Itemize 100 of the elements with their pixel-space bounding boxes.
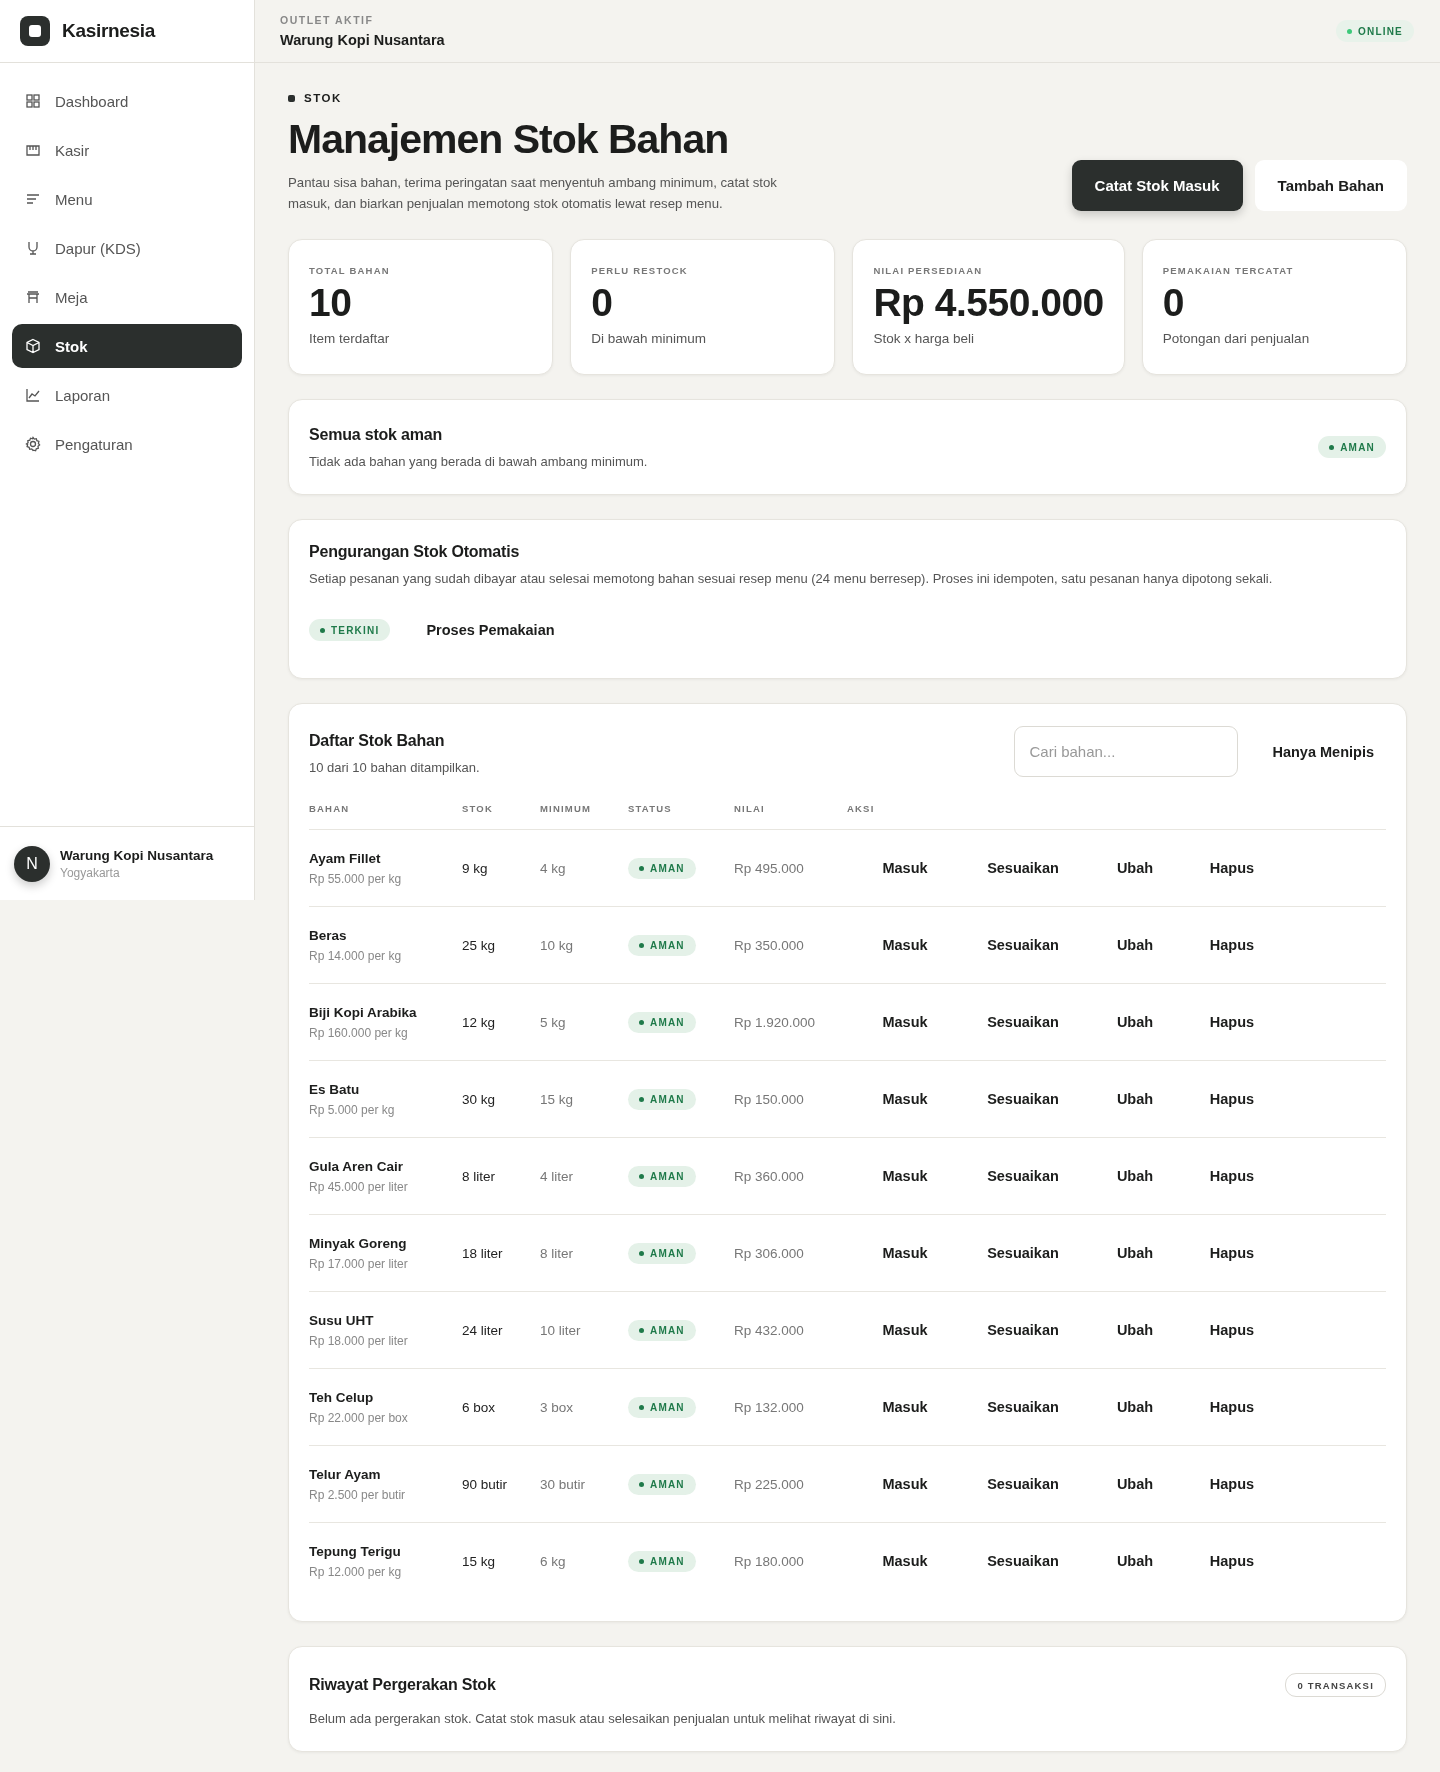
record-stock-button[interactable]: Catat Stok Masuk (1071, 160, 1243, 212)
edit-button[interactable]: Ubah (1091, 1545, 1179, 1578)
stat-caption: Potongan dari penjualan (1162, 331, 1311, 346)
search-field[interactable]: Cari bahan... (1014, 726, 1239, 778)
filter-button[interactable]: Hanya Menipis (1260, 735, 1386, 768)
count-badge: 0 TRANSAKSI (1285, 1673, 1386, 1698)
sidebar-item[interactable]: Menu (12, 177, 242, 221)
stock-in-button[interactable]: Masuk (855, 1468, 955, 1501)
stat-caption: Di bawah minimum (591, 331, 707, 346)
adjust-button[interactable]: Sesuaikan (955, 1160, 1091, 1193)
stat-value: 0 (1162, 282, 1185, 325)
adjust-button[interactable]: Sesuaikan (955, 929, 1091, 962)
status-badge: AMAN (628, 1089, 696, 1111)
delete-button[interactable]: Hapus (1179, 1160, 1285, 1193)
table-cell-text: Rp 225.000 (734, 1476, 805, 1492)
table-cell-text: Rp 1.920.000 (734, 1014, 817, 1030)
ingredient-name: Beras (309, 927, 348, 943)
unit-price: Rp 5.000 per kg (309, 1102, 396, 1117)
ingredient-name: Gula Aren Cair (309, 1158, 405, 1174)
table-cell-text: 8 liter (462, 1168, 496, 1184)
sidebar-item[interactable]: Kasir (12, 128, 242, 172)
edit-button[interactable]: Ubah (1091, 1160, 1179, 1193)
table-cell-text: 4 liter (540, 1168, 574, 1184)
logo-icon (20, 16, 50, 46)
adjust-button[interactable]: Sesuaikan (955, 1545, 1091, 1578)
edit-button[interactable]: Ubah (1091, 1083, 1179, 1116)
ingredient-name: Es Batu (309, 1081, 361, 1097)
delete-button[interactable]: Hapus (1179, 929, 1285, 962)
sidebar-item[interactable]: Dapur (KDS) (12, 226, 242, 270)
avatar[interactable]: N (14, 845, 50, 882)
edit-button[interactable]: Ubah (1091, 929, 1179, 962)
outlet-name: Warung Kopi Nusantara (280, 32, 445, 48)
stock-in-button[interactable]: Masuk (855, 1314, 955, 1347)
sidebar-item[interactable]: Dashboard (12, 79, 242, 123)
sidebar-item[interactable]: Laporan (12, 373, 242, 417)
adjust-button[interactable]: Sesuaikan (955, 852, 1091, 885)
edit-button[interactable]: Ubah (1091, 1391, 1179, 1424)
status-badge: AMAN (628, 1320, 696, 1342)
adjust-button[interactable]: Sesuaikan (955, 1237, 1091, 1270)
card-text: Tidak ada bahan yang berada di bawah ambang minimum. (309, 453, 648, 469)
edit-button[interactable]: Ubah (1091, 1006, 1179, 1039)
delete-button[interactable]: Hapus (1179, 1391, 1285, 1424)
delete-button[interactable]: Hapus (1179, 852, 1285, 885)
edit-button[interactable]: Ubah (1091, 852, 1179, 885)
outlet-label: OUTLET AKTIF (280, 14, 375, 26)
column-header: STOK (462, 803, 495, 815)
menu-icon (25, 191, 41, 207)
ingredient-name: Susu UHT (309, 1312, 375, 1328)
stock-in-button[interactable]: Masuk (855, 1391, 955, 1424)
process-button[interactable]: Proses Pemakaian (414, 614, 567, 647)
edit-button[interactable]: Ubah (1091, 1314, 1179, 1347)
sidebar-item[interactable]: Meja (12, 275, 242, 319)
ingredient-name: Ayam Fillet (309, 850, 382, 866)
stock-in-button[interactable]: Masuk (855, 1237, 955, 1270)
unit-price: Rp 12.000 per kg (309, 1564, 403, 1579)
card-text: Belum ada pergerakan stok. Catat stok masuk atau selesaikan penjualan untuk melihat riwayat di sini. (309, 1711, 897, 1727)
outlet-name: Warung Kopi Nusantara (60, 847, 214, 863)
card-title: Pengurangan Stok Otomatis (309, 543, 521, 562)
stat-label: PEMAKAIAN TERCATAT (1162, 265, 1295, 277)
adjust-button[interactable]: Sesuaikan (955, 1314, 1091, 1347)
stock-in-button[interactable]: Masuk (855, 929, 955, 962)
status-badge: AMAN (628, 1397, 696, 1419)
edit-button[interactable]: Ubah (1091, 1237, 1179, 1270)
add-button[interactable]: Tambah Bahan (1254, 160, 1407, 212)
stat-caption: Stok x harga beli (873, 331, 975, 346)
column-header: MINIMUM (540, 803, 593, 815)
table-cell-text: 4 kg (540, 860, 567, 876)
stock-in-button[interactable]: Masuk (855, 1160, 955, 1193)
delete-button[interactable]: Hapus (1179, 1083, 1285, 1116)
stock-in-button[interactable]: Masuk (855, 1006, 955, 1039)
stat-label: NILAI PERSEDIAAN (873, 265, 984, 277)
sidebar-item[interactable]: Stok (12, 324, 242, 368)
unit-price: Rp 22.000 per box (309, 1410, 409, 1425)
adjust-button[interactable]: Sesuaikan (955, 1468, 1091, 1501)
delete-button[interactable]: Hapus (1179, 1237, 1285, 1270)
unit-price: Rp 45.000 per liter (309, 1179, 409, 1194)
unit-price: Rp 18.000 per liter (309, 1333, 409, 1348)
settings-icon (25, 436, 41, 452)
status-badge: AMAN (628, 1474, 696, 1496)
delete-button[interactable]: Hapus (1179, 1468, 1285, 1501)
brand-name: Kasirnesia (62, 20, 156, 42)
table-cell-text: 24 liter (462, 1322, 504, 1338)
stock-in-button[interactable]: Masuk (855, 1545, 955, 1578)
adjust-button[interactable]: Sesuaikan (955, 1006, 1091, 1039)
adjust-button[interactable]: Sesuaikan (955, 1083, 1091, 1116)
adjust-button[interactable]: Sesuaikan (955, 1391, 1091, 1424)
delete-button[interactable]: Hapus (1179, 1006, 1285, 1039)
ingredient-name: Teh Celup (309, 1389, 375, 1405)
table-cell-text: Rp 180.000 (734, 1553, 805, 1569)
table-icon (25, 289, 41, 305)
delete-button[interactable]: Hapus (1179, 1314, 1285, 1347)
table-cell-text: Rp 132.000 (734, 1399, 805, 1415)
stock-in-button[interactable]: Masuk (855, 852, 955, 885)
stat-label: PERLU RESTOCK (591, 265, 689, 277)
delete-button[interactable]: Hapus (1179, 1545, 1285, 1578)
table-cell-text: 10 kg (540, 937, 575, 953)
dashboard-icon (25, 93, 41, 109)
sidebar-item[interactable]: Pengaturan (12, 422, 242, 466)
edit-button[interactable]: Ubah (1091, 1468, 1179, 1501)
stock-in-button[interactable]: Masuk (855, 1083, 955, 1116)
